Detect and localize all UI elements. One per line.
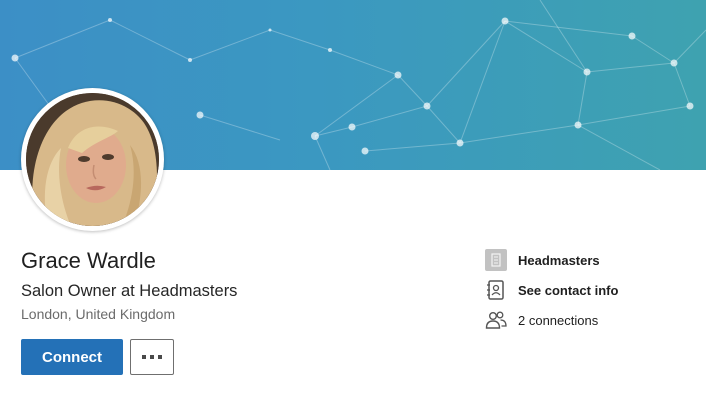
contact-info-label: See contact info xyxy=(518,282,619,298)
profile-headline: Salon Owner at Headmasters xyxy=(21,282,238,300)
contact-info-link[interactable]: See contact info xyxy=(485,279,618,301)
connections-count-label: 2 connections xyxy=(518,312,599,328)
company-name-label: Headmasters xyxy=(518,252,600,268)
profile-name: Grace Wardle xyxy=(21,248,156,273)
more-actions-button[interactable] xyxy=(130,339,174,375)
current-company-link[interactable]: Headmasters xyxy=(485,249,600,271)
contact-card-icon xyxy=(485,279,507,301)
profile-location: London, United Kingdom xyxy=(21,306,176,322)
people-icon xyxy=(485,309,507,331)
avatar-portrait-graphic xyxy=(26,93,159,226)
more-horizontal-icon xyxy=(142,355,146,359)
connections-link[interactable]: 2 connections xyxy=(485,309,598,331)
connect-button[interactable]: Connect xyxy=(21,339,123,375)
avatar-photo xyxy=(26,93,159,226)
company-logo-icon xyxy=(485,249,507,271)
profile-avatar[interactable] xyxy=(21,88,164,231)
